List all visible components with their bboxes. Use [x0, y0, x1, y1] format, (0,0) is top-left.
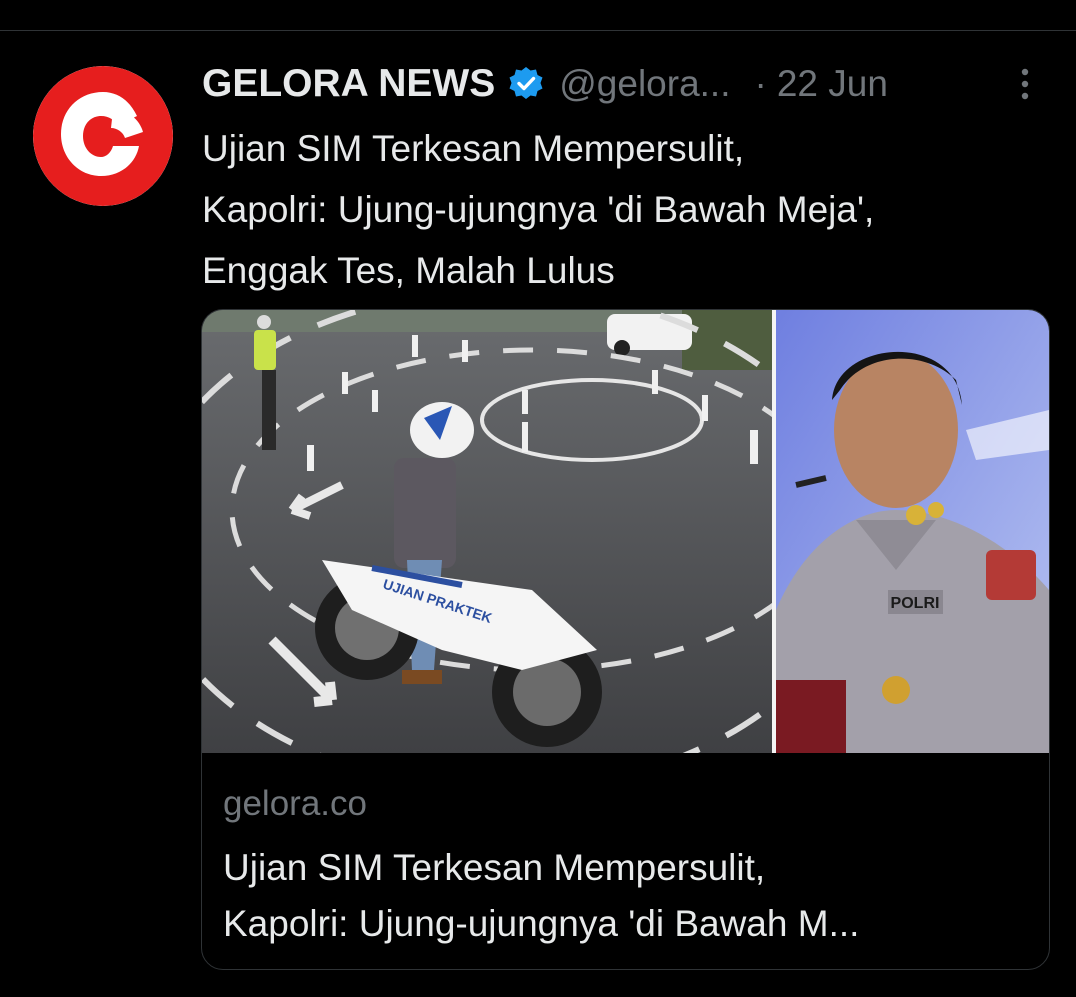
- tweet-date[interactable]: 22 Jun: [777, 63, 888, 105]
- uniform-label: POLRI: [891, 595, 940, 612]
- tweet-text: Ujian SIM Terkesan Mempersulit, Kapolri:…: [202, 128, 875, 291]
- card-domain: gelora.co: [223, 784, 367, 823]
- verified-badge-icon: [507, 65, 545, 103]
- display-name[interactable]: GELORA NEWS: [202, 62, 495, 106]
- tweet-header: GELORA NEWS @gelora... · 22 Jun: [202, 58, 1042, 110]
- user-handle[interactable]: @gelora...: [559, 63, 730, 105]
- link-card[interactable]: UJIAN PRAKTEK POLRI gelora.co Ujian SIM …: [201, 309, 1050, 970]
- timeline-divider: [0, 30, 1076, 31]
- card-title[interactable]: Ujian SIM Terkesan Mempersulit, Kapolri:…: [223, 840, 1023, 952]
- card-image[interactable]: UJIAN PRAKTEK POLRI: [202, 310, 1049, 753]
- gelora-logo-icon[interactable]: [33, 66, 173, 206]
- separator-dot: ·: [754, 63, 767, 104]
- more-options-icon[interactable]: [1016, 67, 1034, 101]
- kapolri-photo: POLRI: [776, 310, 1049, 753]
- motorcycle-test-photo: UJIAN PRAKTEK: [202, 310, 776, 753]
